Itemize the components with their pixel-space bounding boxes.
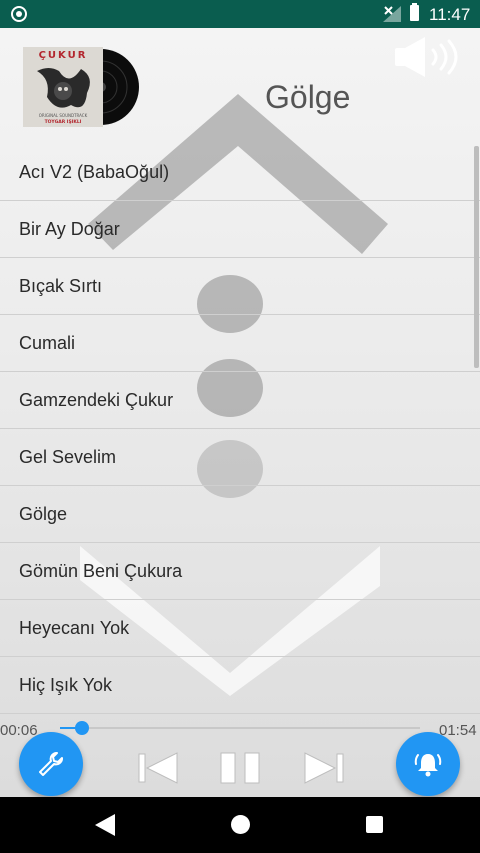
song-list-item[interactable]: Bıçak Sırtı [0, 258, 480, 315]
battery-icon [410, 3, 419, 21]
pause-icon[interactable] [218, 750, 262, 786]
current-song-title: Gölge [265, 79, 351, 115]
song-list[interactable]: Acı V2 (BabaOğul) Bir Ay Doğar Bıçak Sır… [0, 144, 480, 716]
album-art[interactable]: ÇUKUR ORIGINAL SOUNDTRACK TOYGAR IŞIKLI [23, 47, 143, 127]
settings-button[interactable] [19, 732, 83, 796]
status-time: 11:47 [429, 5, 471, 24]
skip-previous-icon[interactable] [137, 750, 181, 786]
seek-bar[interactable] [60, 721, 420, 735]
song-list-item[interactable]: Gölge [0, 486, 480, 543]
signal-icon [383, 6, 401, 22]
song-list-item[interactable]: Gamzendeki Çukur [0, 372, 480, 429]
album-title: ÇUKUR [39, 50, 88, 61]
song-list-item[interactable]: Hiç Işık Yok [0, 657, 480, 714]
song-list-item[interactable]: Gömün Beni Çukura [0, 543, 480, 600]
alarm-button[interactable] [396, 732, 460, 796]
skip-next-icon[interactable] [301, 750, 345, 786]
navigation-bar [0, 797, 480, 853]
song-list-item[interactable]: Acı V2 (BabaOğul) [0, 144, 480, 201]
song-list-scrollbar[interactable] [474, 146, 479, 368]
song-list-item[interactable]: Bir Ay Doğar [0, 201, 480, 258]
music-player-screen: ÇUKUR ORIGINAL SOUNDTRACK TOYGAR IŞIKLI … [0, 28, 480, 797]
song-list-item[interactable]: Gel Sevelim [0, 429, 480, 486]
song-list-item[interactable]: Heyecanı Yok [0, 600, 480, 657]
alarm-icon [414, 754, 442, 777]
home-icon[interactable] [231, 815, 250, 834]
notification-icon [11, 6, 27, 22]
volume-icon[interactable] [393, 35, 463, 79]
wrench-icon [39, 752, 63, 776]
seek-bar-thumb[interactable] [74, 721, 89, 735]
album-artist: TOYGAR IŞIKLI [45, 119, 82, 125]
album-subtitle: ORIGINAL SOUNDTRACK [39, 113, 88, 118]
back-icon[interactable] [95, 814, 115, 836]
recent-apps-icon[interactable] [366, 816, 383, 833]
status-bar: 11:47 [0, 0, 480, 28]
elapsed-time: 00:06 [0, 722, 38, 739]
song-list-item[interactable]: Cumali [0, 315, 480, 372]
